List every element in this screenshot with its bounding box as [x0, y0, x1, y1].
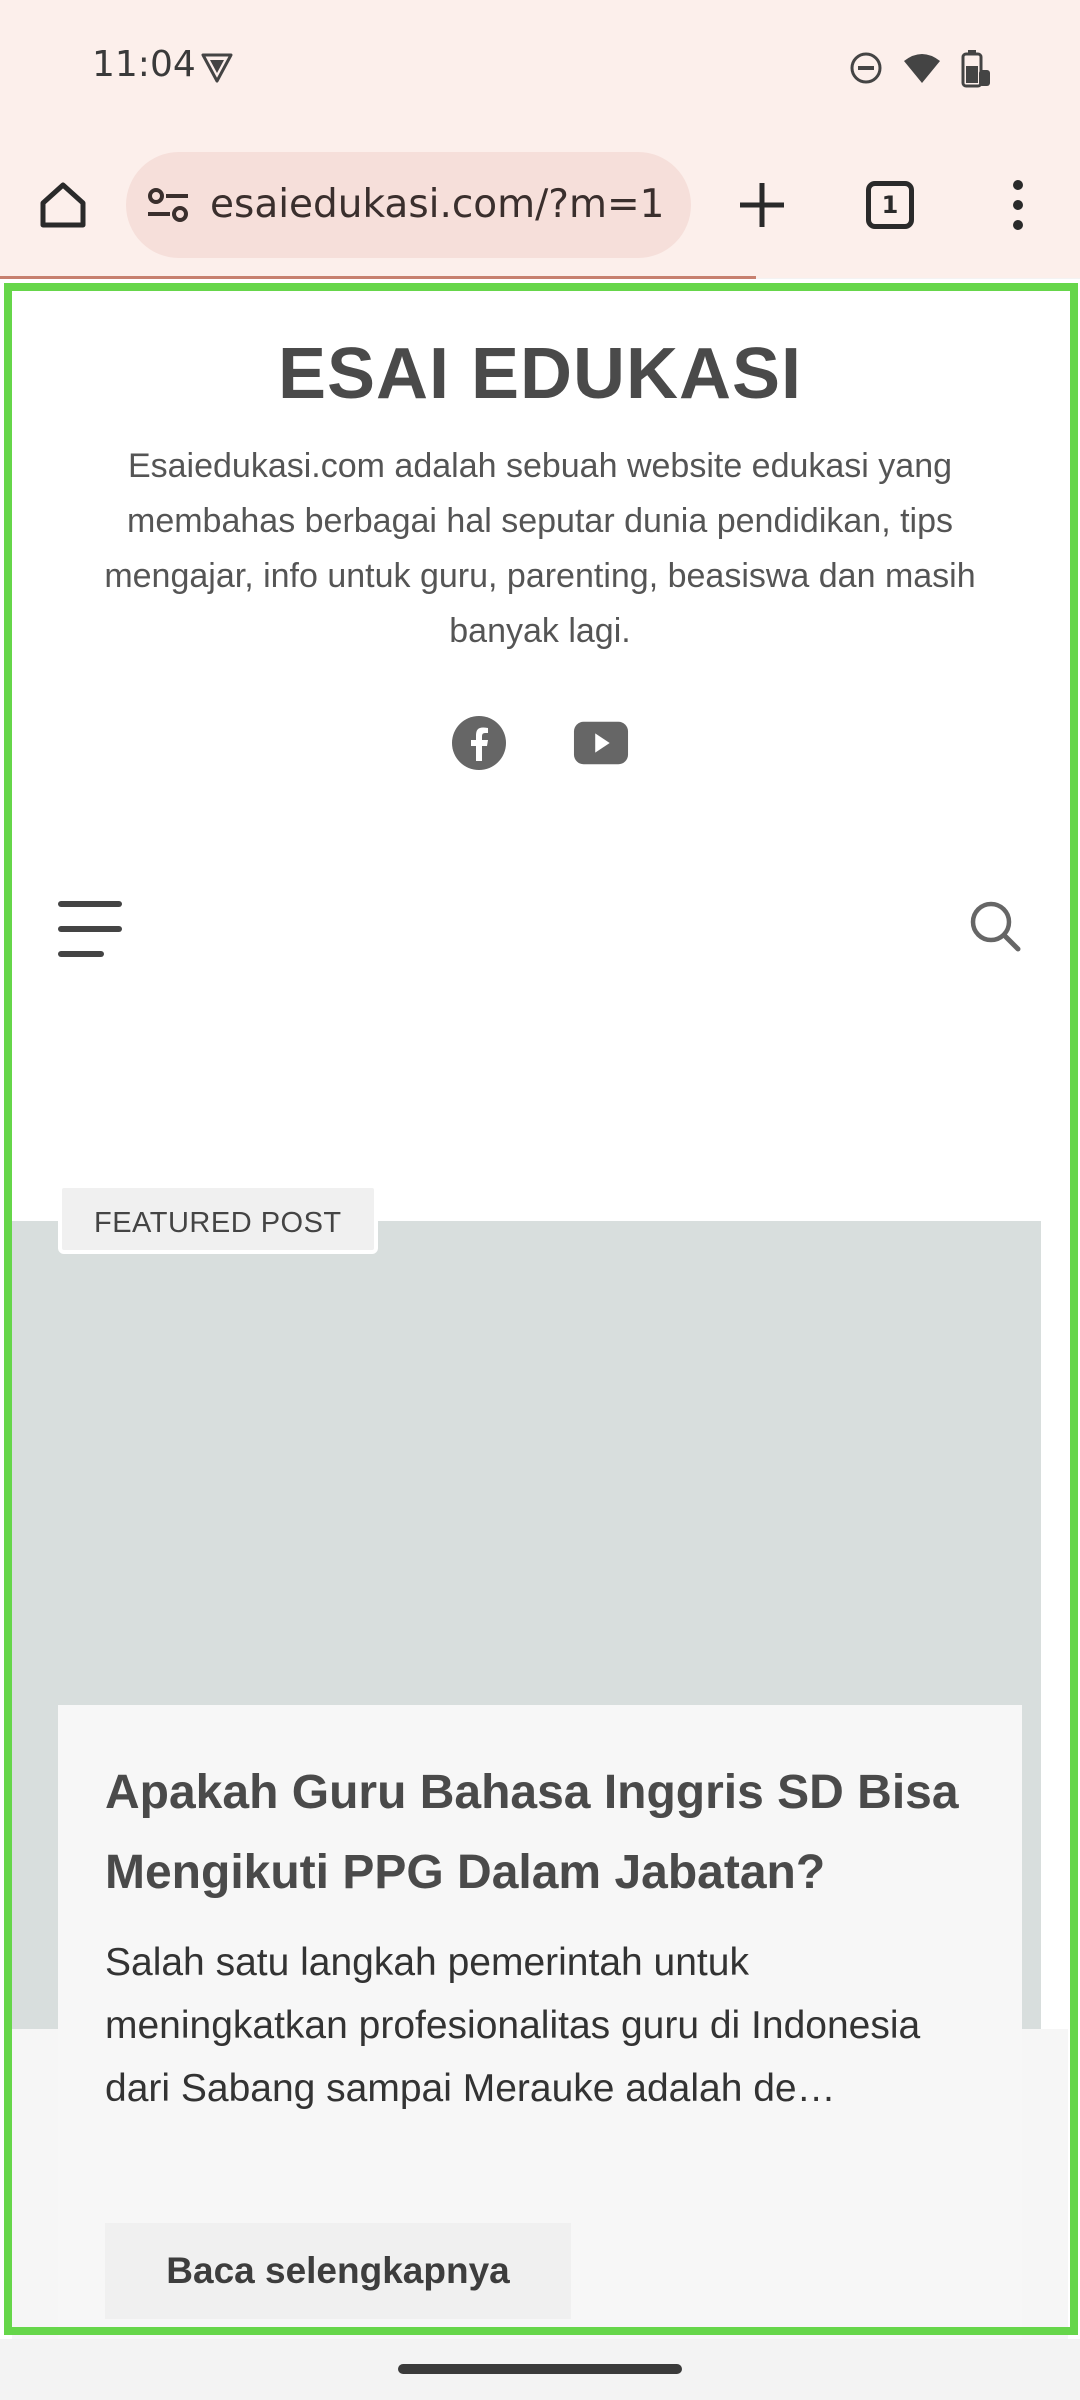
new-tab-icon[interactable] — [729, 172, 795, 238]
menu-toggle-button[interactable] — [58, 901, 122, 957]
tab-switcher-icon[interactable]: 1 — [866, 181, 914, 229]
featured-post-card: Apakah Guru Bahasa Inggris SD Bisa Mengi… — [58, 1705, 1022, 2339]
post-excerpt: Salah satu langkah pemerintah untuk meni… — [105, 1941, 921, 2110]
home-gesture-handle[interactable] — [398, 2364, 682, 2374]
browser-toolbar: esaiedukasi.com/?m=1 1 — [0, 132, 1080, 278]
web-page: ESAI EDUKASI Esaiedukasi.com adalah sebu… — [0, 279, 1080, 2339]
status-bar: 11:04 — [0, 0, 1080, 132]
site-title[interactable]: ESAI EDUKASI — [0, 333, 1080, 415]
vpn-icon — [200, 50, 234, 84]
status-time: 11:04 — [92, 44, 196, 85]
youtube-icon[interactable] — [573, 715, 629, 771]
featured-post-badge: FEATURED POST — [58, 1184, 378, 1254]
wifi-icon — [902, 51, 942, 85]
site-description: Esaiedukasi.com adalah sebuah website ed… — [104, 447, 976, 650]
tab-count: 1 — [881, 191, 899, 219]
do-not-disturb-icon — [848, 50, 884, 86]
url-text[interactable]: esaiedukasi.com/?m=1 — [210, 182, 680, 227]
social-links — [0, 715, 1080, 771]
read-more-button[interactable]: Baca selengkapnya — [105, 2223, 571, 2319]
address-bar[interactable]: esaiedukasi.com/?m=1 — [126, 152, 691, 258]
post-title[interactable]: Apakah Guru Bahasa Inggris SD Bisa Mengi… — [105, 1753, 995, 1913]
battery-icon — [960, 48, 992, 88]
more-menu-icon[interactable] — [1000, 172, 1036, 238]
facebook-icon[interactable] — [451, 715, 507, 771]
site-settings-icon[interactable] — [146, 185, 190, 225]
search-icon[interactable] — [968, 899, 1022, 953]
home-icon[interactable] — [30, 172, 96, 238]
